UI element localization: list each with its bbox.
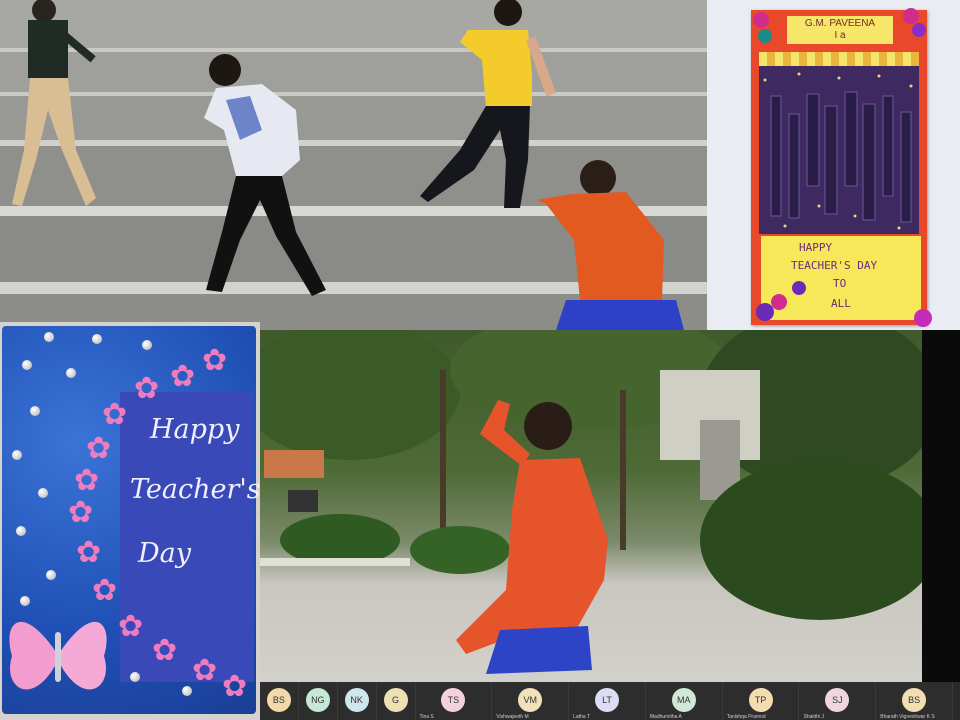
participant-avatar: MA (671, 688, 696, 712)
pearl-decoration (22, 360, 32, 370)
participant-avatar: LT (594, 688, 619, 712)
flower-decoration: ✿ (202, 344, 228, 377)
pearl-decoration (92, 334, 102, 344)
flower-decoration: ✿ (68, 496, 94, 529)
participant-tile[interactable]: LT Latha T (569, 682, 646, 720)
pearl-decoration (12, 450, 22, 460)
participant-avatar: BS (902, 688, 927, 712)
pearl-decoration (16, 526, 26, 536)
teachers-day-card-orange: G.M. PAVEENA I a HAPPY TEACHER'S DAY TO … (707, 0, 960, 330)
card-text-day: Day (138, 538, 191, 569)
participant-avatar: NK (344, 688, 369, 712)
participant-name: Tanishqa Pramod (726, 714, 766, 720)
flower-decoration: ✿ (76, 536, 102, 569)
participant-avatar: G (383, 688, 408, 712)
participant-name: Madhumitha A (649, 714, 682, 720)
pearl-decoration (38, 488, 48, 498)
participant-name: Tina S (419, 714, 434, 720)
dance-steps-photo (0, 0, 707, 330)
sequin-decorations (753, 8, 932, 327)
participant-avatar: BS (266, 688, 291, 712)
card-text-happy: Happy (150, 414, 240, 445)
teachers-day-card-blue: Happy Teacher's Day ✿ ✿ ✿ ✿ ✿ ✿ ✿ ✿ ✿ ✿ … (0, 322, 260, 720)
flower-decoration: ✿ (152, 634, 178, 667)
participant-name: Shakthi J (803, 714, 825, 720)
participant-avatar: TP (748, 688, 773, 712)
participant-tile[interactable]: TP Tanishqa Pramod (722, 682, 800, 720)
participant-tile[interactable]: SJ Shakthi J (799, 682, 877, 720)
participant-tile[interactable]: MA Madhumitha A (645, 682, 723, 720)
participants-bar: BS NG NK G TS Tina S VM Vishwajeeth M LT… (260, 682, 960, 720)
participant-avatar: NG (305, 688, 330, 712)
participant-tile[interactable]: BS (260, 682, 299, 720)
flower-decoration: ✿ (222, 670, 248, 703)
card-sheet: G.M. PAVEENA I a HAPPY TEACHER'S DAY TO … (751, 8, 932, 327)
participant-tile[interactable]: G (376, 682, 416, 720)
pearl-decoration (44, 332, 54, 342)
participant-tile[interactable]: BS Bharath Vigneshwar K S (876, 682, 954, 720)
participant-avatar: SJ (825, 688, 850, 712)
flower-decoration: ✿ (192, 654, 218, 687)
video-scene (260, 330, 940, 674)
flower-decoration: ✿ (118, 610, 144, 643)
flower-decoration: ✿ (170, 360, 196, 393)
flower-decoration: ✿ (102, 398, 128, 431)
pearl-decoration (130, 672, 140, 682)
participant-avatar: VM (518, 688, 543, 712)
participant-tile[interactable]: NG (298, 682, 338, 720)
pearl-decoration (182, 686, 192, 696)
participant-avatar: TS (441, 688, 466, 712)
pearl-decoration (46, 570, 56, 580)
participant-name: Bharath Vigneshwar K S (880, 714, 935, 720)
pearl-decoration (66, 368, 76, 378)
participant-name: Vishwajeeth M (496, 714, 529, 720)
dancers (12, 0, 684, 330)
participant-tile[interactable]: TS Tina S (415, 682, 493, 720)
video-side-bar (922, 330, 960, 682)
pearl-decoration (30, 406, 40, 416)
butterfly-decoration (9, 621, 107, 690)
participant-tile[interactable]: NK (337, 682, 377, 720)
flower-decoration: ✿ (86, 432, 112, 465)
card-glitter-body: Happy Teacher's Day ✿ ✿ ✿ ✿ ✿ ✿ ✿ ✿ ✿ ✿ … (2, 326, 260, 714)
video-call-main-view (260, 330, 960, 682)
video-frame (260, 330, 940, 682)
flower-decoration: ✿ (74, 464, 100, 497)
participant-name: Latha T (573, 714, 590, 720)
flower-decoration: ✿ (134, 372, 160, 405)
participant-tile[interactable]: VM Vishwajeeth M (492, 682, 570, 720)
card-text-teachers: Teacher's (130, 474, 260, 505)
pearl-decoration (142, 340, 152, 350)
